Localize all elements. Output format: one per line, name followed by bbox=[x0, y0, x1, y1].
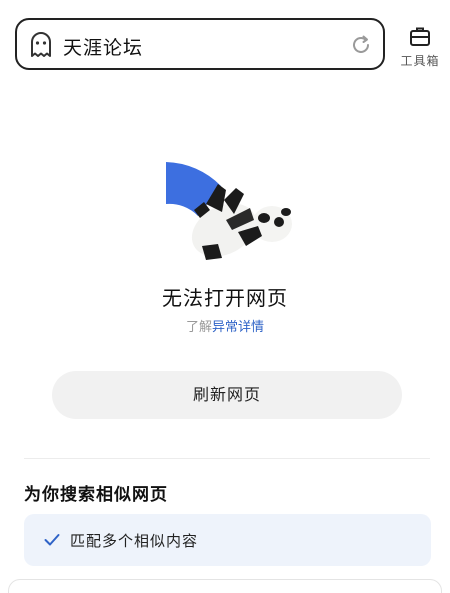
refresh-page-button[interactable]: 刷新网页 bbox=[52, 371, 402, 419]
error-details-link[interactable]: 异常详情 bbox=[212, 320, 264, 335]
error-details: 了解异常详情 bbox=[0, 316, 450, 335]
section-divider bbox=[24, 458, 430, 459]
refresh-icon[interactable] bbox=[349, 33, 373, 57]
similar-pages-title: 为你搜索相似网页 bbox=[24, 485, 168, 505]
panda-illustration bbox=[166, 162, 292, 260]
toolbox-label: 工具箱 bbox=[400, 54, 440, 68]
ghost-icon bbox=[31, 32, 51, 57]
address-bar-text[interactable]: 天涯论坛 bbox=[63, 33, 143, 60]
toolbox-icon bbox=[410, 27, 430, 46]
toolbox-button[interactable]: 工具箱 bbox=[396, 22, 444, 72]
result-card[interactable] bbox=[8, 579, 442, 593]
error-title: 无法打开网页 bbox=[162, 286, 288, 310]
error-details-prefix: 了解 bbox=[185, 320, 212, 335]
suggestion-item-label: 匹配多个相似内容 bbox=[70, 532, 199, 550]
address-bar[interactable]: 天涯论坛 bbox=[15, 18, 385, 70]
check-icon bbox=[44, 534, 60, 546]
suggestion-item[interactable]: 匹配多个相似内容 bbox=[24, 514, 431, 566]
